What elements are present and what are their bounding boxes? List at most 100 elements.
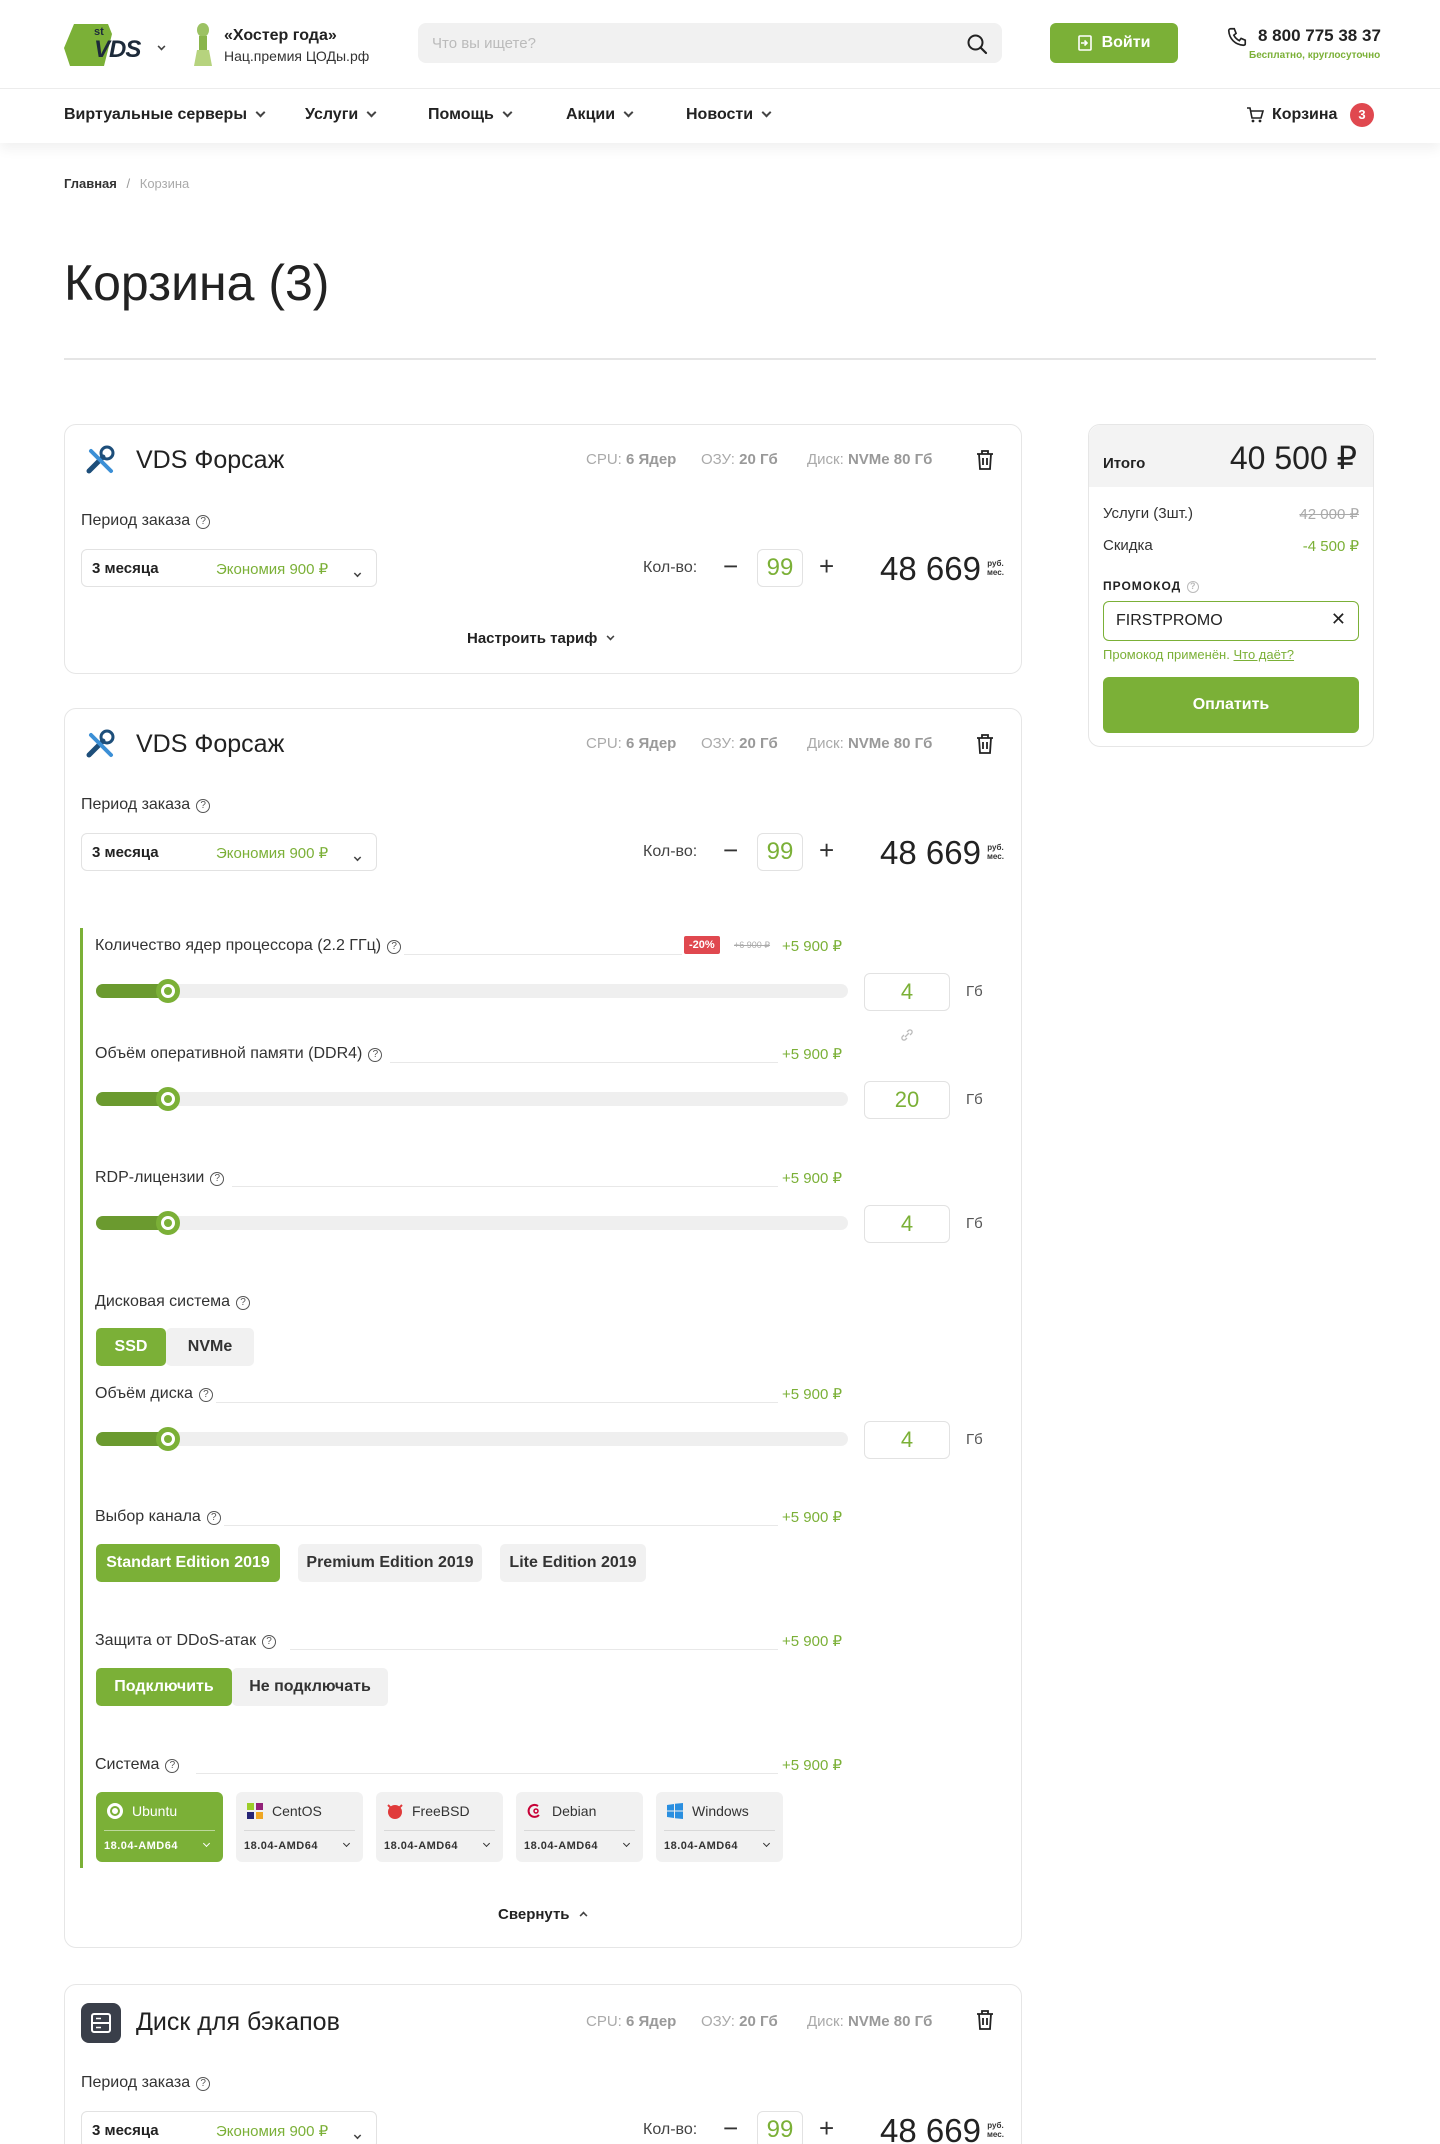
ddos-price: +5 900 ₽ bbox=[782, 1633, 843, 1650]
search-input[interactable] bbox=[418, 23, 938, 63]
help-icon[interactable]: ? bbox=[196, 799, 211, 813]
help-icon[interactable]: ? bbox=[368, 1048, 383, 1062]
promo-status: Промокод применён. Что даёт? bbox=[1103, 647, 1294, 662]
breadcrumb-home[interactable]: Главная bbox=[64, 176, 117, 191]
os-version[interactable]: 18.04-AMD64 bbox=[524, 1840, 598, 1852]
search-icon[interactable] bbox=[966, 33, 988, 55]
ddos-enable-option[interactable]: Подключить bbox=[96, 1668, 232, 1706]
channel-premium-option[interactable]: Premium Edition 2019 bbox=[298, 1544, 482, 1582]
disk-nvme-option[interactable]: NVMe bbox=[166, 1328, 254, 1366]
channel-standart-option[interactable]: Standart Edition 2019 bbox=[96, 1544, 280, 1582]
spec-value: 6 Ядер bbox=[626, 451, 677, 468]
page-title: Корзина (3) bbox=[64, 255, 330, 311]
ram-value-input[interactable]: 20 bbox=[864, 1081, 950, 1119]
link-icon[interactable] bbox=[900, 1028, 914, 1042]
help-icon[interactable]: ? bbox=[262, 1635, 277, 1649]
slider-handle[interactable] bbox=[156, 979, 180, 1003]
channel-price: +5 900 ₽ bbox=[782, 1509, 843, 1526]
qty-increment-button[interactable]: + bbox=[819, 553, 834, 579]
logo[interactable]: st VDS bbox=[64, 24, 141, 66]
help-icon[interactable]: ? bbox=[236, 1296, 251, 1310]
period-value: 3 месяца bbox=[92, 560, 159, 577]
os-version[interactable]: 18.04-AMD64 bbox=[104, 1840, 178, 1852]
cart-label: Корзина bbox=[1272, 106, 1338, 123]
cpu-unit: Гб bbox=[966, 983, 983, 1000]
spec-value: NVMe 80 Гб bbox=[847, 2013, 933, 2030]
period-label: Период заказа? bbox=[81, 796, 211, 814]
nav-item-news[interactable]: Новости bbox=[686, 106, 772, 124]
cart-link[interactable]: Корзина 3 bbox=[1246, 103, 1376, 129]
help-icon[interactable]: ? bbox=[210, 1172, 225, 1186]
help-icon[interactable]: ? bbox=[198, 1388, 213, 1402]
cpu-value-input[interactable]: 4 bbox=[864, 973, 950, 1011]
clear-icon[interactable]: ✕ bbox=[1331, 609, 1346, 630]
disk-ssd-option[interactable]: SSD bbox=[96, 1328, 166, 1366]
nav-item-services[interactable]: Услуги bbox=[305, 106, 377, 124]
trash-icon[interactable] bbox=[975, 2009, 995, 2031]
channel-lite-option[interactable]: Lite Edition 2019 bbox=[500, 1544, 646, 1582]
help-icon[interactable]: ? bbox=[196, 2077, 211, 2091]
spec-value: 6 Ядер bbox=[626, 735, 677, 752]
nav-item-help[interactable]: Помощь bbox=[428, 106, 513, 124]
period-label-text: Период заказа bbox=[81, 512, 191, 529]
qty-decrement-button[interactable]: − bbox=[723, 2115, 738, 2141]
slider-handle[interactable] bbox=[156, 1211, 180, 1235]
disk-size-value-input[interactable]: 4 bbox=[864, 1421, 950, 1459]
rdp-value-input[interactable]: 4 bbox=[864, 1205, 950, 1243]
qty-input[interactable]: 99 bbox=[757, 833, 803, 871]
phone-icon bbox=[1227, 27, 1247, 47]
spec-cpu: CPU: 6 Ядер bbox=[586, 2013, 676, 2030]
collapse-toggle[interactable]: Свернуть bbox=[498, 1906, 587, 1923]
nav-item-virtual-servers[interactable]: Виртуальные серверы bbox=[64, 106, 266, 124]
period-select[interactable]: 3 месяца Экономия 900 ₽ bbox=[81, 549, 377, 587]
os-version[interactable]: 18.04-AMD64 bbox=[384, 1840, 458, 1852]
os-option-centos[interactable]: CentOS 18.04-AMD64 bbox=[236, 1792, 363, 1862]
nav-item-promos[interactable]: Акции bbox=[566, 106, 634, 124]
phone-number[interactable]: 8 800 775 38 37 bbox=[1258, 26, 1381, 46]
period-select[interactable]: 3 месяца Экономия 900 ₽ bbox=[81, 833, 377, 871]
discount-value: -4 500 ₽ bbox=[1302, 538, 1359, 555]
os-option-windows[interactable]: Windows 18.04-AMD64 bbox=[656, 1792, 783, 1862]
cart-item-card: Диск для бэкапов CPU: 6 Ядер ОЗУ: 20 Гб … bbox=[64, 1984, 1022, 2144]
help-icon[interactable]: ? bbox=[196, 515, 211, 529]
qty-increment-button[interactable]: + bbox=[819, 837, 834, 863]
centos-icon bbox=[247, 1803, 263, 1819]
total-label: Итого bbox=[1103, 455, 1146, 472]
trash-icon[interactable] bbox=[975, 449, 995, 471]
qty-input[interactable]: 99 bbox=[757, 2111, 803, 2144]
login-button[interactable]: Войти bbox=[1050, 23, 1178, 63]
spec-disk: Диск: NVMe 80 Гб bbox=[807, 451, 932, 468]
configure-toggle[interactable]: Настроить тариф bbox=[467, 630, 615, 647]
help-icon[interactable]: ? bbox=[165, 1759, 180, 1773]
qty-decrement-button[interactable]: − bbox=[723, 837, 738, 863]
trash-icon[interactable] bbox=[975, 733, 995, 755]
promo-info-link[interactable]: Что даёт? bbox=[1233, 647, 1294, 662]
phone-note: Бесплатно, круглосуточно bbox=[1249, 50, 1381, 61]
qty-increment-button[interactable]: + bbox=[819, 2115, 834, 2141]
nav-label: Виртуальные серверы bbox=[64, 106, 247, 123]
os-option-ubuntu[interactable]: Ubuntu 18.04-AMD64 bbox=[96, 1792, 223, 1862]
pay-button[interactable]: Оплатить bbox=[1103, 677, 1359, 733]
os-option-freebsd[interactable]: FreeBSD 18.04-AMD64 bbox=[376, 1792, 503, 1862]
slider-handle[interactable] bbox=[156, 1087, 180, 1111]
qty-input[interactable]: 99 bbox=[757, 549, 803, 587]
help-icon[interactable]: ? bbox=[387, 940, 402, 954]
os-option-debian[interactable]: Debian 18.04-AMD64 bbox=[516, 1792, 643, 1862]
rdp-slider[interactable] bbox=[96, 1211, 848, 1235]
os-label: Система? bbox=[95, 1756, 180, 1774]
total-value: 40 500 ₽ bbox=[1229, 440, 1357, 476]
ram-slider[interactable] bbox=[96, 1087, 848, 1111]
slider-handle[interactable] bbox=[156, 1427, 180, 1451]
qty-decrement-button[interactable]: − bbox=[723, 553, 738, 579]
chevron-down-icon bbox=[353, 853, 362, 862]
os-version[interactable]: 18.04-AMD64 bbox=[244, 1840, 318, 1852]
os-version[interactable]: 18.04-AMD64 bbox=[664, 1840, 738, 1852]
cpu-slider[interactable] bbox=[96, 979, 848, 1003]
ddos-disable-option[interactable]: Не подключать bbox=[232, 1668, 388, 1706]
help-icon[interactable]: ? bbox=[206, 1511, 221, 1525]
logo-chevron-icon[interactable] bbox=[157, 42, 166, 51]
help-icon[interactable]: ? bbox=[1187, 581, 1200, 593]
disk-size-slider[interactable] bbox=[96, 1427, 848, 1451]
period-select[interactable]: 3 месяца Экономия 900 ₽ bbox=[81, 2111, 377, 2144]
promo-input[interactable]: FIRSTPROMO bbox=[1116, 612, 1223, 630]
